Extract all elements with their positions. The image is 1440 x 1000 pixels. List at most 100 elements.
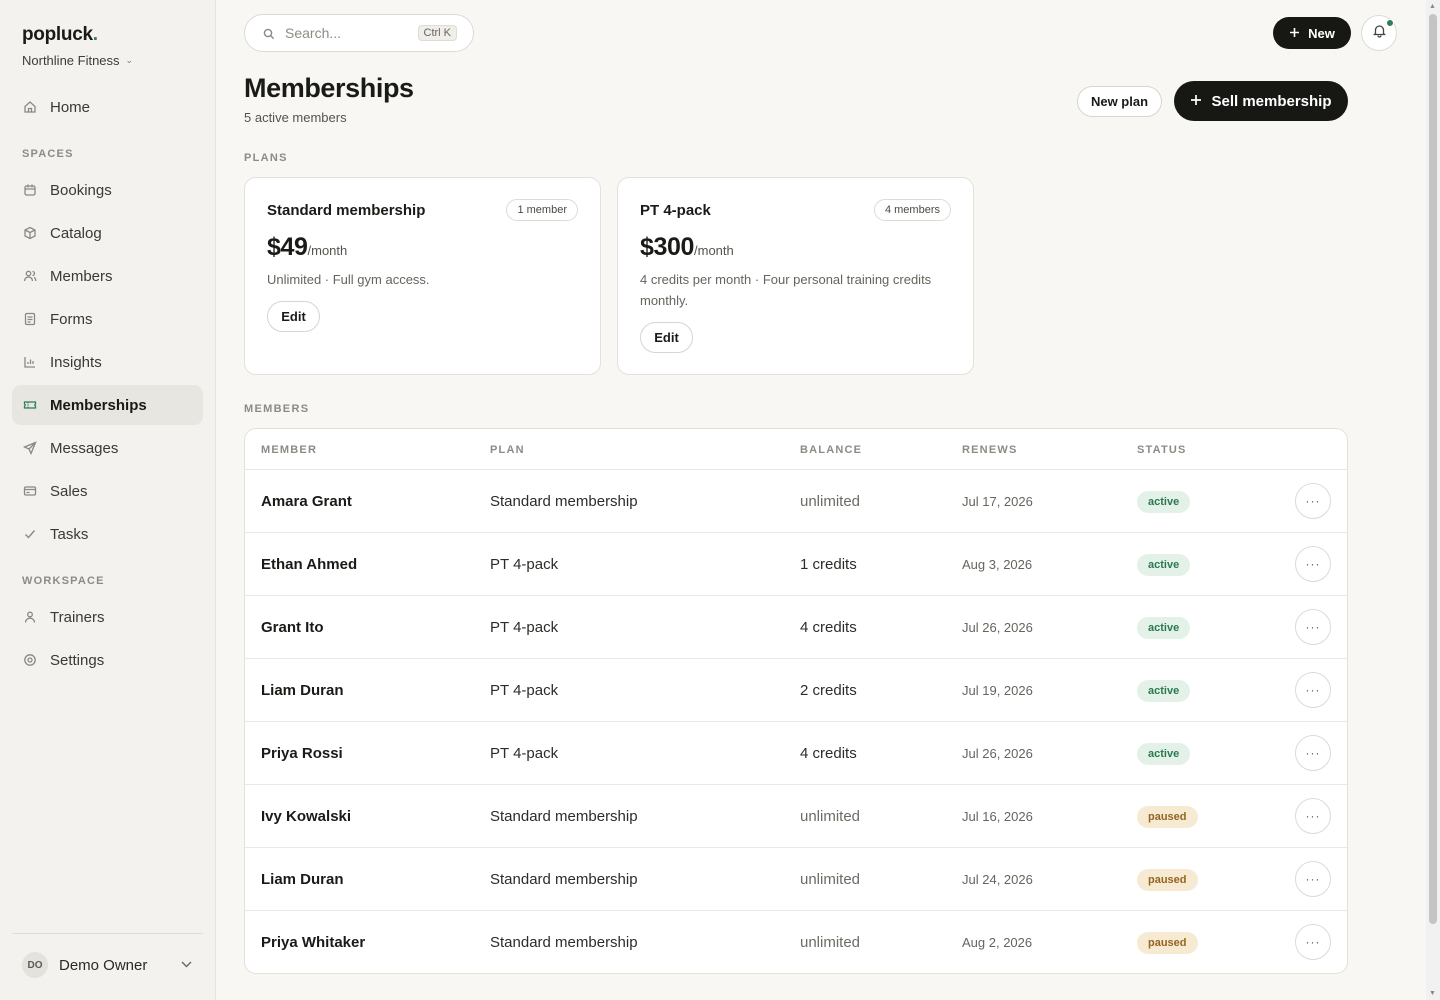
member-plan: Standard membership <box>490 934 638 951</box>
plan-card: Standard membership 1 member $49/month U… <box>244 177 601 375</box>
status-cell: active <box>1137 659 1191 722</box>
member-balance: unlimited <box>800 493 861 510</box>
table-row[interactable]: Grant Ito PT 4-pack 4 credits Jul 26, 2026 a… <box>245 596 1347 659</box>
plan-price: $49/month <box>267 233 347 262</box>
scroll-down-arrow-icon[interactable]: ▼ <box>1429 990 1436 997</box>
row-actions-button[interactable]: ··· <box>1295 735 1331 771</box>
sidebar: popluck. Northline Fitness ⌄ Home SPACES… <box>0 0 216 1000</box>
table-row[interactable]: Priya Whitaker Standard membership unlimit… <box>245 911 1347 973</box>
member-name[interactable]: Ivy Kowalski <box>261 785 351 848</box>
new-plan-button[interactable]: New plan <box>1077 86 1162 117</box>
member-name[interactable]: Amara Grant <box>261 470 352 533</box>
nav-item-settings[interactable]: Settings <box>12 640 203 680</box>
table-row[interactable]: Ivy Kowalski Standard membership unlimited… <box>245 785 1347 848</box>
scrollbar-thumb[interactable] <box>1429 14 1437 924</box>
plan-price-period: /month <box>307 243 348 258</box>
table-row[interactable]: Liam Duran Standard membership unlimited Ju… <box>245 848 1347 911</box>
notifications-button[interactable] <box>1361 15 1397 51</box>
nav-item-forms[interactable]: Forms <box>12 299 203 339</box>
nav-label-trainers: Trainers <box>50 608 105 626</box>
row-actions-button[interactable]: ··· <box>1295 609 1331 645</box>
member-plan: Standard membership <box>490 493 638 510</box>
calendar-icon <box>22 182 38 198</box>
member-balance: 1 credits <box>800 556 857 573</box>
status-badge: active <box>1137 679 1191 702</box>
page-scrollbar[interactable]: ▲ ▼ <box>1426 0 1440 1000</box>
shortcut-hint: Ctrl K <box>417 25 457 41</box>
row-actions-button[interactable]: ··· <box>1295 861 1331 897</box>
member-name[interactable]: Priya Rossi <box>261 722 343 785</box>
nav-item-home[interactable]: Home <box>12 87 203 127</box>
more-horizontal-icon: ··· <box>1305 683 1321 697</box>
nav-item-memberships[interactable]: Memberships <box>12 385 203 425</box>
nav-item-members[interactable]: Members <box>12 256 203 296</box>
row-actions-button[interactable]: ··· <box>1295 798 1331 834</box>
table-row[interactable]: Priya Rossi PT 4-pack 4 credits Jul 26, 202… <box>245 722 1347 785</box>
nav-item-bookings[interactable]: Bookings <box>12 170 203 210</box>
table-row[interactable]: Liam Duran PT 4-pack 2 credits Jul 19, 2026… <box>245 659 1347 722</box>
member-name[interactable]: Ethan Ahmed <box>261 533 357 596</box>
nav-label-insights: Insights <box>50 353 102 371</box>
new-button-label: New <box>1308 25 1335 41</box>
nav-label-members: Members <box>50 267 113 285</box>
member-balance: 2 credits <box>800 682 857 699</box>
nav-item-messages[interactable]: Messages <box>12 428 203 468</box>
plan-name: Standard membership <box>267 202 426 219</box>
nav-section-workspace: WORKSPACE <box>22 575 105 587</box>
table-row[interactable]: Ethan Ahmed PT 4-pack 1 credits Aug 3, 2026… <box>245 533 1347 596</box>
member-balance: 4 credits <box>800 745 857 762</box>
bell-icon <box>1372 23 1387 43</box>
nav-item-trainers[interactable]: Trainers <box>12 597 203 637</box>
send-icon <box>22 440 38 456</box>
nav-item-catalog[interactable]: Catalog <box>12 213 203 253</box>
search-input[interactable]: Search... Ctrl K <box>244 14 474 52</box>
member-name[interactable]: Priya Whitaker <box>261 911 365 973</box>
plus-icon <box>1289 26 1300 41</box>
member-balance: 4 credits <box>800 619 857 636</box>
member-renews: Aug 2, 2026 <box>962 935 1033 950</box>
org-switcher[interactable]: Northline Fitness ⌄ <box>22 53 133 68</box>
sell-membership-button[interactable]: Sell membership <box>1174 81 1348 121</box>
brand-dot: . <box>92 24 98 45</box>
user-name: Demo Owner <box>59 956 148 974</box>
member-plan: PT 4-pack <box>490 619 559 636</box>
member-name[interactable]: Grant Ito <box>261 596 324 659</box>
user-menu[interactable]: DO Demo Owner <box>22 952 192 978</box>
scroll-up-arrow-icon[interactable]: ▲ <box>1429 3 1436 10</box>
row-actions-button[interactable]: ··· <box>1295 483 1331 519</box>
more-horizontal-icon: ··· <box>1305 494 1321 508</box>
row-actions-button[interactable]: ··· <box>1295 672 1331 708</box>
status-cell: paused <box>1137 911 1198 973</box>
column-header-plan[interactable]: PLAN <box>490 444 525 456</box>
column-header-status[interactable]: STATUS <box>1137 444 1187 456</box>
plan-card: PT 4-pack 4 members $300/month 4 credits… <box>617 177 974 375</box>
status-badge: active <box>1137 490 1191 513</box>
status-badge: active <box>1137 553 1191 576</box>
member-renews: Aug 3, 2026 <box>962 557 1033 572</box>
nav-item-tasks[interactable]: Tasks <box>12 514 203 554</box>
member-name[interactable]: Liam Duran <box>261 848 344 911</box>
status-cell: active <box>1137 722 1191 785</box>
plan-edit-button[interactable]: Edit <box>267 301 320 332</box>
column-header-member[interactable]: MEMBER <box>261 444 317 456</box>
table-row[interactable]: Amara Grant Standard membership unlimited J… <box>245 470 1347 533</box>
column-header-balance[interactable]: BALANCE <box>800 444 862 456</box>
column-header-renews[interactable]: RENEWS <box>962 444 1017 456</box>
nav-section-spaces: SPACES <box>22 148 74 160</box>
new-button[interactable]: New <box>1273 17 1351 49</box>
nav-label-settings: Settings <box>50 651 105 669</box>
notification-dot <box>1386 19 1394 27</box>
row-actions-button[interactable]: ··· <box>1295 924 1331 960</box>
member-renews: Jul 26, 2026 <box>962 746 1033 761</box>
nav-item-sales[interactable]: Sales <box>12 471 203 511</box>
members-table: MEMBER PLAN BALANCE RENEWS STATUS Amara … <box>244 428 1348 974</box>
home-icon <box>22 99 38 115</box>
plan-edit-button[interactable]: Edit <box>640 322 693 353</box>
member-renews: Jul 19, 2026 <box>962 683 1033 698</box>
gear-icon <box>22 652 38 668</box>
nav-item-insights[interactable]: Insights <box>12 342 203 382</box>
member-name[interactable]: Liam Duran <box>261 659 344 722</box>
brand-logo[interactable]: popluck. <box>22 24 98 46</box>
row-actions-button[interactable]: ··· <box>1295 546 1331 582</box>
status-cell: active <box>1137 596 1191 659</box>
